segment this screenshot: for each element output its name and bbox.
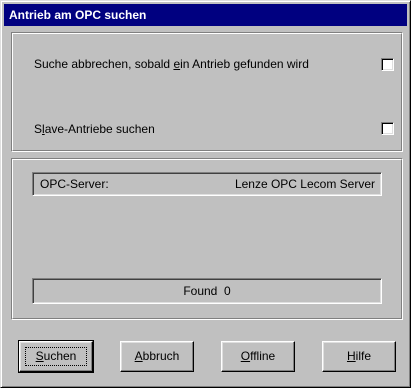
search-button[interactable]: Suchen (18, 340, 94, 373)
focus-rect (25, 347, 87, 366)
search-slave-drives-checkbox[interactable] (381, 122, 394, 135)
window-title: Antrieb am OPC suchen (9, 8, 147, 22)
offline-button[interactable]: Offline (221, 341, 295, 372)
stop-on-first-drive-checkbox[interactable] (381, 58, 394, 71)
search-slave-drives-label: Slave-Antriebe suchen (34, 122, 155, 136)
server-group: OPC-Server: Lenze OPC Lecom Server Found… (11, 158, 403, 320)
opc-server-value: Lenze OPC Lecom Server (234, 177, 375, 191)
search-status-field: Found 0 (32, 278, 382, 304)
help-button[interactable]: Hilfe (322, 341, 396, 372)
opc-server-label: OPC-Server: (40, 177, 109, 191)
opc-server-field: OPC-Server: Lenze OPC Lecom Server (32, 172, 382, 196)
title-bar[interactable]: Antrieb am OPC suchen (4, 4, 407, 26)
stop-on-first-drive-label: Suche abbrechen, sobald ein Antrieb gefu… (34, 57, 309, 71)
options-group: Suche abbrechen, sobald ein Antrieb gefu… (11, 32, 403, 152)
abort-button[interactable]: Abbruch (120, 341, 194, 372)
search-status-text: Found 0 (183, 284, 231, 298)
dialog-window: Antrieb am OPC suchen Suche abbrechen, s… (0, 0, 411, 388)
